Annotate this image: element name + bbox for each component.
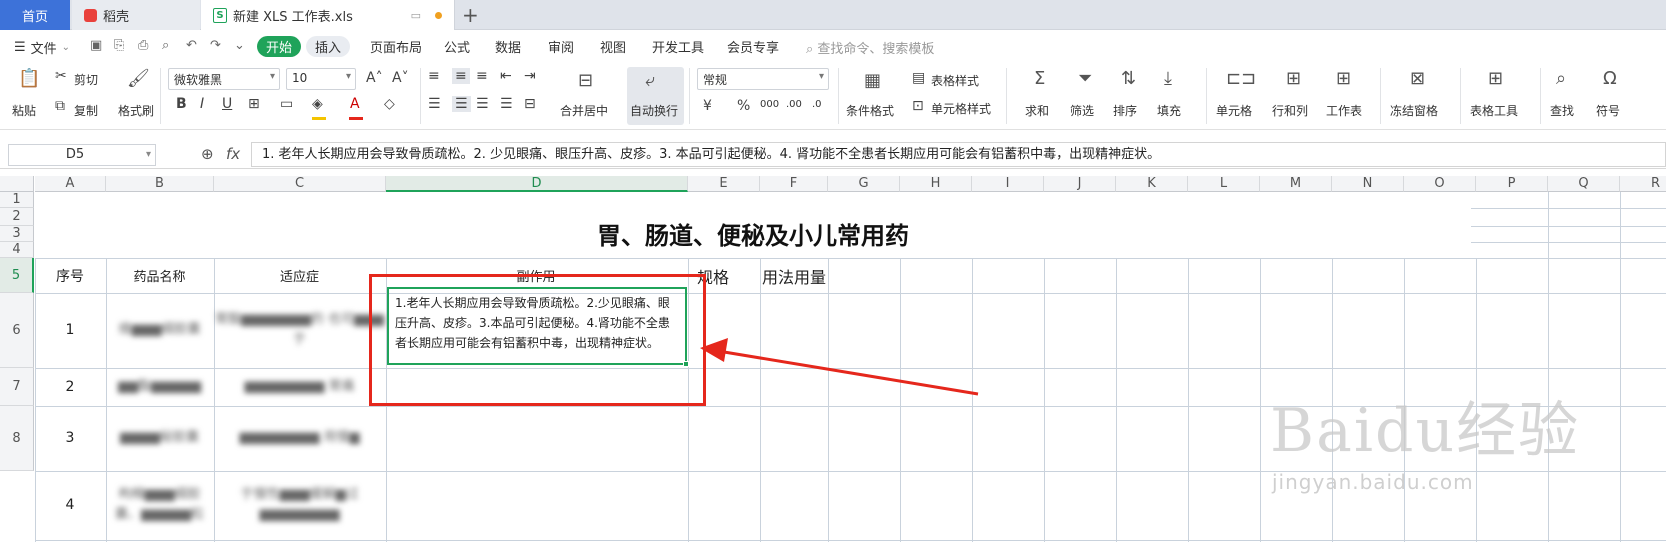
- watermark-logo: Baidu经验: [1270, 396, 1581, 466]
- spreadsheet-app: 首页 稻壳 S 新建 XLS 工作表.xls ▭ + ☰ 文件 ⌄ ▣ ⎘ ⎙ …: [0, 0, 1666, 542]
- watermark-url: jingyan.baidu.com: [1272, 470, 1474, 494]
- annotation-arrow-head: [700, 338, 728, 362]
- annotation-arrow-line: [711, 348, 979, 396]
